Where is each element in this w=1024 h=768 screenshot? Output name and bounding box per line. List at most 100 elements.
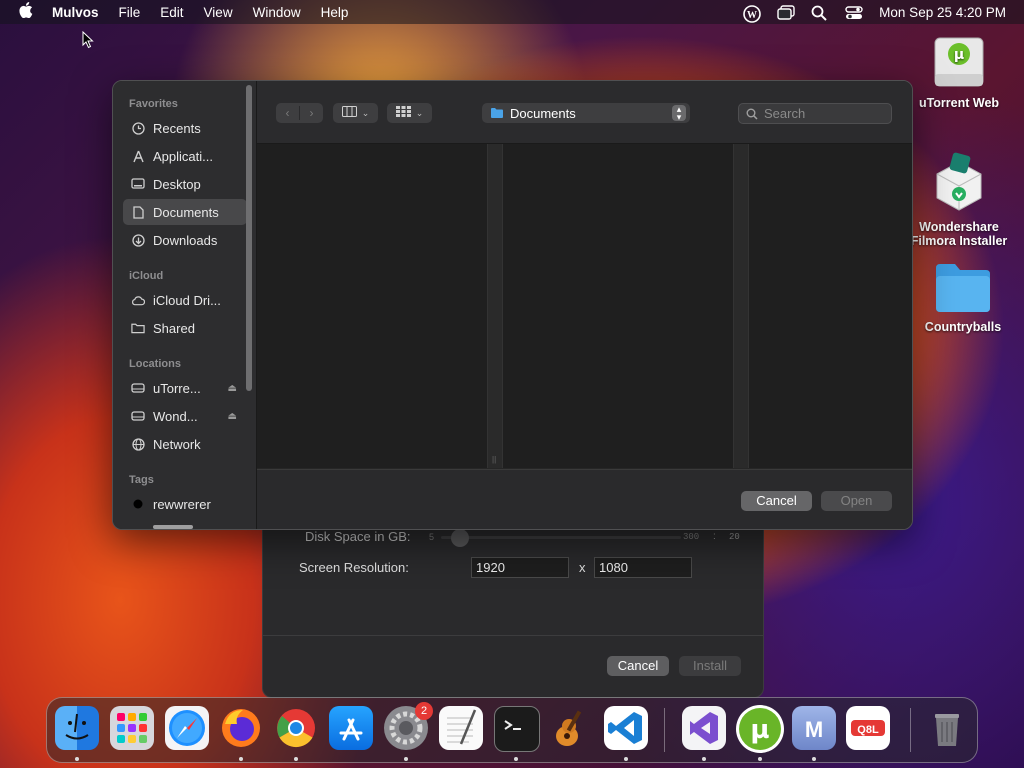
globe-icon xyxy=(131,437,145,451)
column-browser[interactable]: || xyxy=(257,144,912,468)
resolution-x-label: x xyxy=(579,560,586,575)
file-menu[interactable]: File xyxy=(119,5,141,20)
disk-icon xyxy=(131,409,145,423)
edit-menu[interactable]: Edit xyxy=(160,5,183,20)
menubar-clock[interactable]: Mon Sep 25 4:20 PM xyxy=(879,5,1006,20)
dialog-toolbar: ‹ › ⌄ ⌄ Documents ▴ ▾ Search xyxy=(257,81,912,144)
app-menu[interactable]: Mulvos xyxy=(52,5,99,20)
cloud-icon xyxy=(131,293,145,307)
popup-stepper-icon: ▴ ▾ xyxy=(672,105,686,122)
dock-separator xyxy=(910,708,911,752)
sidebar-item-partial xyxy=(153,522,193,529)
running-indicator xyxy=(624,757,628,761)
group-button[interactable]: ⌄ xyxy=(387,103,432,123)
textedit-icon[interactable] xyxy=(439,706,483,750)
screen-resolution-label: Screen Resolution: xyxy=(299,560,409,575)
slider-separator: : xyxy=(713,531,716,542)
finder-icon[interactable] xyxy=(55,706,99,750)
sidebar-item-desktop[interactable]: Desktop xyxy=(123,171,247,197)
sidebar-item-network[interactable]: Network xyxy=(123,431,247,457)
disk-space-slider-thumb[interactable] xyxy=(451,529,469,547)
wordpress-icon[interactable]: W xyxy=(743,5,761,23)
window-menu[interactable]: Window xyxy=(253,5,301,20)
utorrent-icon[interactable]: µ xyxy=(735,704,785,754)
sidebar-item-label: Recents xyxy=(153,120,201,136)
running-indicator xyxy=(514,757,518,761)
desktop-icon xyxy=(131,177,145,191)
sidebar-item-downloads[interactable]: Downloads xyxy=(123,227,247,253)
sidebar-scrollbar[interactable] xyxy=(246,85,252,391)
open-file-dialog: Favorites Recents Applicati... Desktop D… xyxy=(112,80,913,530)
installer-cancel-button[interactable]: Cancel xyxy=(607,656,669,676)
vscode-icon[interactable] xyxy=(604,706,648,750)
column-divider[interactable] xyxy=(733,144,749,468)
resolution-width-field[interactable]: 1920 xyxy=(471,557,569,578)
desktop-icon-utorrent-web[interactable]: µ uTorrent Web xyxy=(904,34,1014,110)
forward-chevron-icon[interactable]: › xyxy=(300,106,323,120)
dialog-footer: Cancel Open xyxy=(257,469,912,529)
search-field[interactable]: Search xyxy=(738,103,892,124)
running-indicator xyxy=(812,757,816,761)
trash-icon[interactable] xyxy=(925,706,969,750)
mouse-cursor xyxy=(82,30,94,54)
desktop-icon-countryballs[interactable]: Countryballs xyxy=(908,260,1018,334)
sidebar-item-recents[interactable]: Recents xyxy=(123,115,247,141)
spotlight-search-icon[interactable] xyxy=(811,5,827,21)
terminal-icon[interactable] xyxy=(494,706,540,752)
slider-min-label: 5 xyxy=(429,532,435,542)
notification-badge: 2 xyxy=(415,702,433,720)
column-resize-handle-icon[interactable]: || xyxy=(492,455,496,464)
sidebar-item-icloud-drive[interactable]: iCloud Dri... xyxy=(123,287,247,313)
screen-mirroring-icon[interactable] xyxy=(777,5,795,20)
back-forward-buttons[interactable]: ‹ › xyxy=(276,103,323,123)
running-indicator xyxy=(239,757,243,761)
svg-text:M: M xyxy=(805,717,823,742)
launchpad-icon[interactable] xyxy=(110,706,154,750)
view-mode-button[interactable]: ⌄ xyxy=(333,103,378,123)
mulvos-icon[interactable]: M xyxy=(792,706,836,750)
sidebar-item-label: Applicati... xyxy=(153,148,213,164)
eject-icon[interactable]: ⏏ xyxy=(228,383,237,394)
dialog-cancel-button[interactable]: Cancel xyxy=(741,491,812,511)
dialog-open-button[interactable]: Open xyxy=(821,491,892,511)
disk-space-slider-track[interactable] xyxy=(441,536,681,539)
sidebar-item-tag[interactable]: rewwrerer xyxy=(123,491,247,517)
desktop-icon-label: Wondershare Filmora Installer xyxy=(910,220,1008,248)
garageband-icon[interactable] xyxy=(549,706,593,750)
control-center-icon[interactable] xyxy=(845,5,863,19)
sidebar-item-utorrent-volume[interactable]: uTorre... ⏏ xyxy=(123,375,247,401)
sidebar-item-documents[interactable]: Documents xyxy=(123,199,247,225)
help-menu[interactable]: Help xyxy=(321,5,349,20)
desktop-icon-filmora-installer[interactable]: Wondershare Filmora Installer xyxy=(904,150,1014,248)
view-menu[interactable]: View xyxy=(204,5,233,20)
clock-icon xyxy=(131,121,145,135)
sidebar-item-label: Desktop xyxy=(153,176,201,192)
running-indicator xyxy=(404,757,408,761)
sidebar-item-shared[interactable]: Shared xyxy=(123,315,247,341)
sidebar-item-wondershare-volume[interactable]: Wond... ⏏ xyxy=(123,403,247,429)
installer-divider xyxy=(263,635,763,636)
running-indicator xyxy=(75,757,79,761)
sidebar-item-label: rewwrerer xyxy=(153,496,211,512)
qbittorrent-icon[interactable]: Q8L xyxy=(846,706,890,750)
apple-menu-icon[interactable] xyxy=(18,1,34,23)
column-divider[interactable]: || xyxy=(487,144,503,468)
sidebar-item-applications[interactable]: Applicati... xyxy=(123,143,247,169)
disk-icon xyxy=(131,381,145,395)
location-popup-label: Documents xyxy=(510,105,576,121)
back-chevron-icon[interactable]: ‹ xyxy=(276,106,299,120)
visual-studio-icon[interactable] xyxy=(682,706,726,750)
desktop-icon-label: uTorrent Web xyxy=(918,96,1000,110)
chrome-icon[interactable] xyxy=(274,706,318,750)
running-indicator xyxy=(702,757,706,761)
firefox-icon[interactable] xyxy=(219,706,263,750)
installer-install-button[interactable]: Install xyxy=(679,656,741,676)
safari-icon[interactable] xyxy=(165,706,209,750)
running-indicator xyxy=(758,757,762,761)
chevron-down-icon: ⌄ xyxy=(415,107,424,118)
location-popup[interactable]: Documents ▴ ▾ xyxy=(482,103,690,123)
eject-icon[interactable]: ⏏ xyxy=(228,411,237,422)
resolution-height-field[interactable]: 1080 xyxy=(594,557,692,578)
app-store-icon[interactable] xyxy=(329,706,373,750)
grid-icon xyxy=(395,106,411,120)
